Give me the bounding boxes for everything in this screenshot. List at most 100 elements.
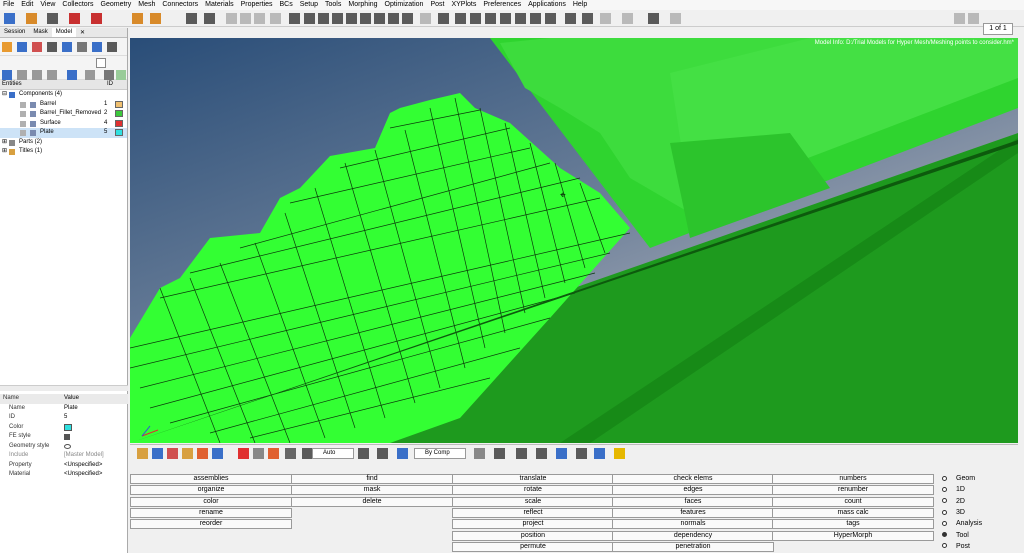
reflect-button[interactable]: reflect xyxy=(452,507,614,518)
menu-file[interactable]: File xyxy=(3,0,14,10)
view-left-icon[interactable] xyxy=(332,13,343,24)
mode-radio-tool[interactable]: Tool xyxy=(942,531,969,541)
property-value[interactable]: <Unspecified> xyxy=(64,470,102,480)
view-front-icon[interactable] xyxy=(304,13,315,24)
menu-collectors[interactable]: Collectors xyxy=(62,0,93,10)
pin-icon[interactable] xyxy=(285,448,296,459)
radio-indicator[interactable] xyxy=(942,520,947,526)
shade-icon[interactable] xyxy=(226,13,237,24)
menu-view[interactable]: View xyxy=(40,0,55,10)
mass-calc-button[interactable]: mass calc xyxy=(772,507,934,518)
user-icon[interactable] xyxy=(132,13,143,24)
radio-indicator[interactable] xyxy=(942,475,947,481)
solid-icon[interactable] xyxy=(494,448,505,459)
auto-dropdown[interactable]: Auto xyxy=(312,448,354,459)
clip-icon[interactable] xyxy=(377,448,388,459)
move-icon[interactable] xyxy=(485,13,496,24)
numbers-button[interactable]: numbers xyxy=(772,474,934,484)
select-icon[interactable] xyxy=(565,13,576,24)
features-button[interactable]: features xyxy=(612,507,774,518)
close-icon[interactable]: ✕ xyxy=(76,28,89,37)
delete-icon[interactable] xyxy=(238,448,249,459)
menu-optimization[interactable]: Optimization xyxy=(385,0,424,10)
mode-radio-1d[interactable]: 1D xyxy=(942,485,965,495)
geometry-style-icon[interactable] xyxy=(64,443,71,449)
hypermorph-button[interactable]: HyperMorph xyxy=(772,530,934,541)
menu-setup[interactable]: Setup xyxy=(300,0,318,10)
menu-bcs[interactable]: BCs xyxy=(279,0,292,10)
cube-icon[interactable] xyxy=(397,448,408,459)
undo-icon[interactable] xyxy=(648,13,659,24)
systems-icon[interactable] xyxy=(212,448,223,459)
tree-parts[interactable]: ⊞ Parts (2) xyxy=(0,138,127,148)
display-mode-icon[interactable] xyxy=(67,70,77,80)
hide-icon[interactable] xyxy=(17,70,27,80)
view-back-icon[interactable] xyxy=(318,13,329,24)
property-row[interactable]: Name Plate xyxy=(0,404,128,414)
normals-button[interactable]: normals xyxy=(612,519,774,530)
mode-radio-geom[interactable]: Geom xyxy=(942,474,975,484)
visibility-icon[interactable] xyxy=(20,130,26,136)
page-prev-icon[interactable] xyxy=(954,13,965,24)
mode-radio-3d[interactable]: 3D xyxy=(942,508,965,518)
properties-icon[interactable] xyxy=(182,448,193,459)
display-icon[interactable] xyxy=(268,448,279,459)
spin-icon[interactable] xyxy=(515,13,526,24)
tree-components[interactable]: ⊟ Components (4) xyxy=(0,90,127,100)
delete-button[interactable]: delete xyxy=(291,496,453,507)
property-value[interactable]: 5 xyxy=(64,413,67,423)
center-icon[interactable] xyxy=(530,13,541,24)
property-row[interactable]: Geometry style xyxy=(0,442,128,452)
organize-button[interactable]: organize xyxy=(130,485,292,496)
expand-icon[interactable]: ⊞ xyxy=(2,147,7,157)
folder-icon[interactable] xyxy=(150,13,161,24)
search-icon[interactable] xyxy=(96,58,106,68)
property-row[interactable]: Property <Unspecified> xyxy=(0,461,128,471)
fe-style-icon[interactable] xyxy=(64,434,70,440)
color-swatch[interactable] xyxy=(115,129,123,136)
set-view-icon[interactable] xyxy=(107,42,117,52)
expand-icon[interactable] xyxy=(104,70,114,80)
mode-radio-2d[interactable]: 2D xyxy=(942,497,965,507)
property-row[interactable]: ID 5 xyxy=(0,413,128,423)
reorder-button[interactable]: reorder xyxy=(130,519,292,530)
component-view-icon[interactable] xyxy=(2,42,12,52)
tab-model[interactable]: Model xyxy=(51,28,77,37)
radio-indicator[interactable] xyxy=(942,509,947,515)
radio-indicator[interactable] xyxy=(942,532,947,538)
tree-item-plate[interactable]: Plate 5 xyxy=(0,128,127,138)
menu-edit[interactable]: Edit xyxy=(21,0,33,10)
import-icon[interactable] xyxy=(26,13,37,24)
rotate-view-icon[interactable] xyxy=(289,13,300,24)
graphics-viewport[interactable]: ⌖ Model Info: D:/Trial Models for Hyper … xyxy=(130,38,1018,443)
zoom-icon[interactable] xyxy=(438,13,449,24)
dependency-button[interactable]: dependency xyxy=(612,530,774,541)
view-top-icon[interactable] xyxy=(360,13,371,24)
view-right-icon[interactable] xyxy=(346,13,357,24)
assemblies-button[interactable]: assemblies xyxy=(130,474,292,484)
menu-materials[interactable]: Materials xyxy=(205,0,233,10)
visibility-icon[interactable] xyxy=(20,120,26,127)
tag-icon[interactable] xyxy=(69,13,80,24)
layers-icon[interactable] xyxy=(622,13,633,24)
hidden-icon[interactable] xyxy=(254,13,265,24)
cube-icon[interactable] xyxy=(186,13,197,24)
project-button[interactable]: project xyxy=(452,519,614,530)
show-icon[interactable] xyxy=(2,70,12,80)
penetration-button[interactable]: penetration xyxy=(612,541,774,552)
property-row[interactable]: Material <Unspecified> xyxy=(0,470,128,480)
frame-icon[interactable] xyxy=(204,13,215,24)
copy-icon[interactable] xyxy=(582,13,593,24)
menu-post[interactable]: Post xyxy=(430,0,444,10)
redo-icon[interactable] xyxy=(670,13,681,24)
scale-button[interactable]: scale xyxy=(452,496,614,507)
assembly-view-icon[interactable] xyxy=(17,42,27,52)
open-icon[interactable] xyxy=(4,13,15,24)
radio-indicator[interactable] xyxy=(942,498,947,504)
lighting-icon[interactable] xyxy=(358,448,369,459)
zoom-window-icon[interactable] xyxy=(455,13,466,24)
line-style-icon[interactable] xyxy=(516,448,527,459)
element-display-icon[interactable] xyxy=(474,448,485,459)
menu-connectors[interactable]: Connectors xyxy=(162,0,198,10)
color-by-dropdown[interactable]: By Comp xyxy=(414,448,466,459)
